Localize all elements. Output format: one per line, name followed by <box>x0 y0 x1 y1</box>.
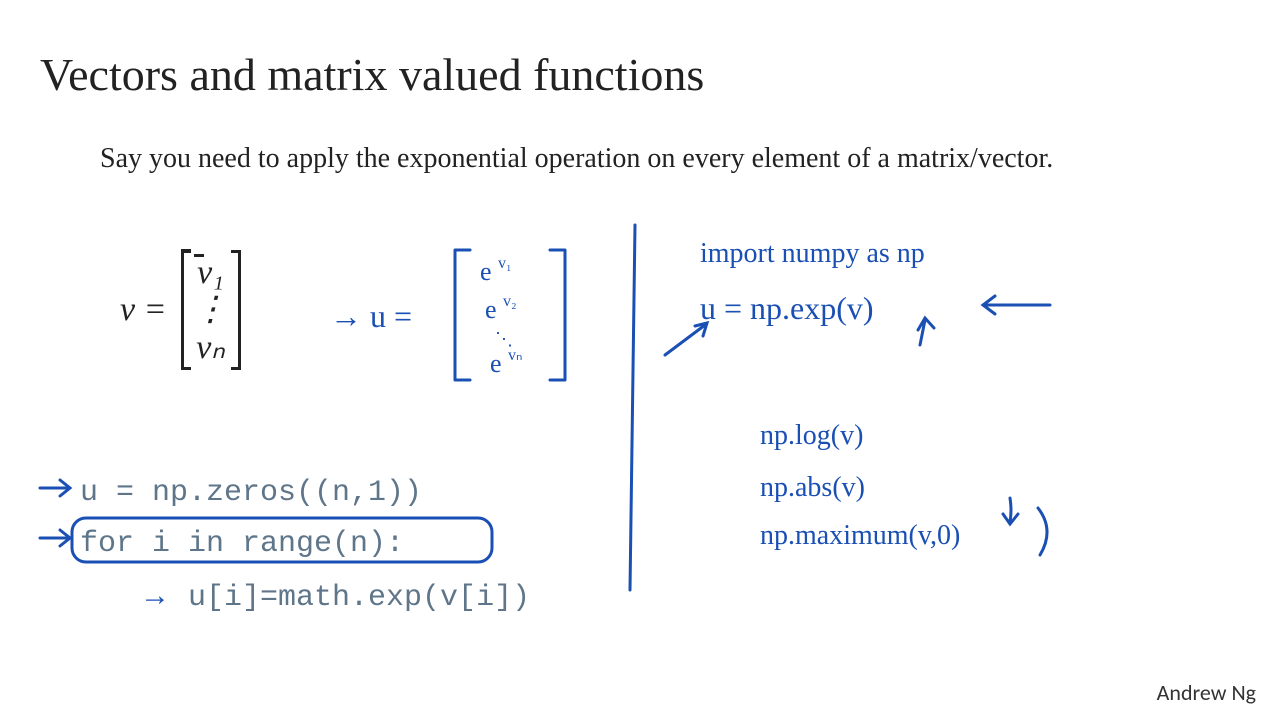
vector-lhs: v = <box>120 291 167 329</box>
hw-np-maximum: np.maximum(v,0) <box>760 520 960 552</box>
svg-text:e: e <box>480 257 492 286</box>
author-credit: Andrew Ng <box>1157 679 1256 706</box>
svg-text:vₙ: vₙ <box>508 347 522 364</box>
svg-text:⋱: ⋱ <box>495 329 513 349</box>
vector-definition: v = v₁ ⋮ vₙ <box>120 250 241 370</box>
hw-np-exp: u = np.exp(v) <box>700 290 874 327</box>
vector-row-dots: ⋮ <box>194 291 228 328</box>
vector-row-n: vₙ <box>194 329 228 366</box>
hw-np-abs: np.abs(v) <box>760 472 865 504</box>
code-line-3-text: u[i]=math.exp(v[i]) <box>188 581 530 615</box>
hw-arrow-u-equals: → u = <box>330 298 412 335</box>
vector-bracket: v₁ ⋮ vₙ <box>181 250 241 370</box>
hw-import-numpy: import numpy as np <box>700 238 925 270</box>
svg-text:e: e <box>485 295 497 324</box>
code-line-1: u = np.zeros((n,1)) <box>80 468 530 519</box>
code-line-2: for i in range(n): <box>80 519 530 570</box>
code-line-3: → u[i]=math.exp(v[i]) <box>80 570 530 624</box>
slide-title: Vectors and matrix valued functions <box>40 48 704 101</box>
svg-text:v₁: v₁ <box>498 255 512 272</box>
hw-np-log: np.log(v) <box>760 420 863 452</box>
svg-text:e: e <box>490 349 502 378</box>
loop-code-block: u = np.zeros((n,1)) for i in range(n): →… <box>80 468 530 624</box>
slide-subtitle: Say you need to apply the exponential op… <box>100 140 1150 178</box>
svg-text:v₂: v₂ <box>503 293 517 310</box>
vector-row-1: v₁ <box>194 254 228 291</box>
arrow-icon: → <box>140 579 170 612</box>
